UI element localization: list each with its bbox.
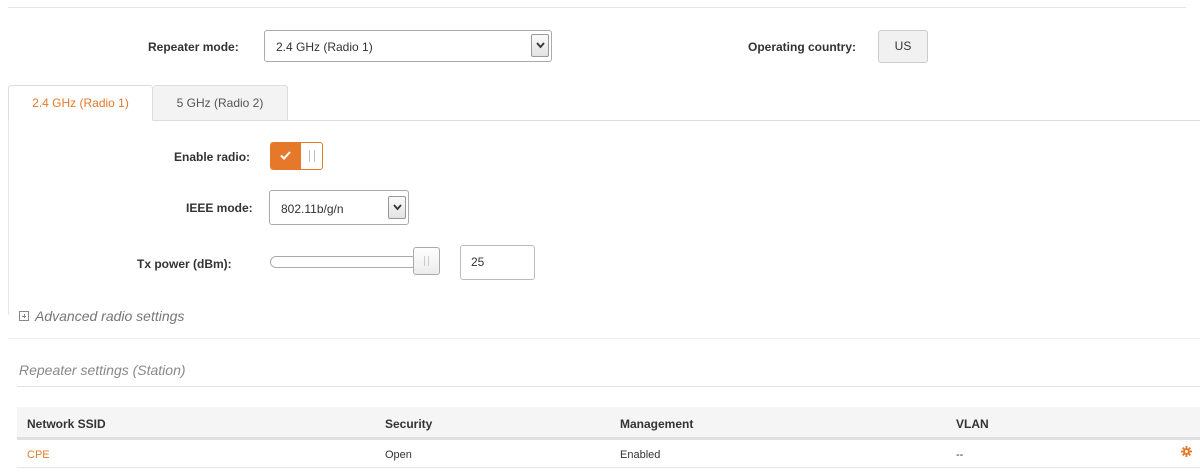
top-divider [8, 7, 1186, 8]
chevron-down-icon [388, 196, 406, 219]
tx-power-label: Tx power (dBm): [137, 257, 232, 271]
advanced-radio-settings-label: Advanced radio settings [35, 308, 185, 324]
repeater-table: Network SSID Security Management VLAN CP… [17, 407, 1200, 468]
toggle-grip [309, 150, 315, 162]
table-row[interactable]: CPE Open Enabled -- [17, 440, 1200, 468]
plus-box-icon [19, 311, 29, 321]
column-header-security: Security [385, 417, 433, 431]
advanced-divider [8, 338, 1200, 339]
enable-radio-label: Enable radio: [174, 150, 251, 164]
advanced-radio-settings-toggle[interactable]: Advanced radio settings [19, 308, 184, 324]
column-header-ssid: Network SSID [27, 417, 106, 431]
repeater-settings-title: Repeater settings (Station) [19, 362, 186, 378]
ieee-mode-value: 802.11b/g/n [281, 202, 344, 216]
operating-country-value: US [878, 30, 928, 63]
column-header-vlan: VLAN [956, 417, 989, 431]
check-icon [280, 151, 291, 160]
operating-country-label: Operating country: [748, 40, 857, 54]
tab-radio-1[interactable]: 2.4 GHz (Radio 1) [8, 85, 153, 121]
row-ssid[interactable]: CPE [27, 449, 50, 461]
toggle-on-state [271, 143, 301, 169]
repeater-mode-select[interactable]: 2.4 GHz (Radio 1) [264, 30, 552, 62]
enable-radio-toggle[interactable] [270, 142, 323, 170]
repeater-mode-value: 2.4 GHz (Radio 1) [276, 40, 373, 54]
slider-grip [424, 256, 429, 266]
table-header: Network SSID Security Management VLAN [17, 407, 1200, 440]
row-management: Enabled [620, 449, 661, 461]
tab-panel-border [8, 120, 9, 315]
ieee-mode-label: IEEE mode: [186, 201, 253, 215]
ieee-mode-select[interactable]: 802.11b/g/n [269, 190, 409, 225]
gear-icon[interactable] [1181, 446, 1192, 457]
tx-power-slider-handle[interactable] [413, 247, 440, 275]
tx-power-slider-track[interactable] [270, 256, 418, 268]
repeater-mode-label: Repeater mode: [148, 40, 239, 54]
row-security: Open [385, 449, 412, 461]
row-vlan: -- [956, 449, 964, 461]
tx-power-input[interactable]: 25 [460, 245, 535, 280]
column-header-management: Management [620, 417, 694, 431]
chevron-down-icon [531, 34, 549, 57]
tab-radio-2[interactable]: 5 GHz (Radio 2) [153, 85, 288, 121]
repeater-settings-divider [17, 386, 1200, 387]
